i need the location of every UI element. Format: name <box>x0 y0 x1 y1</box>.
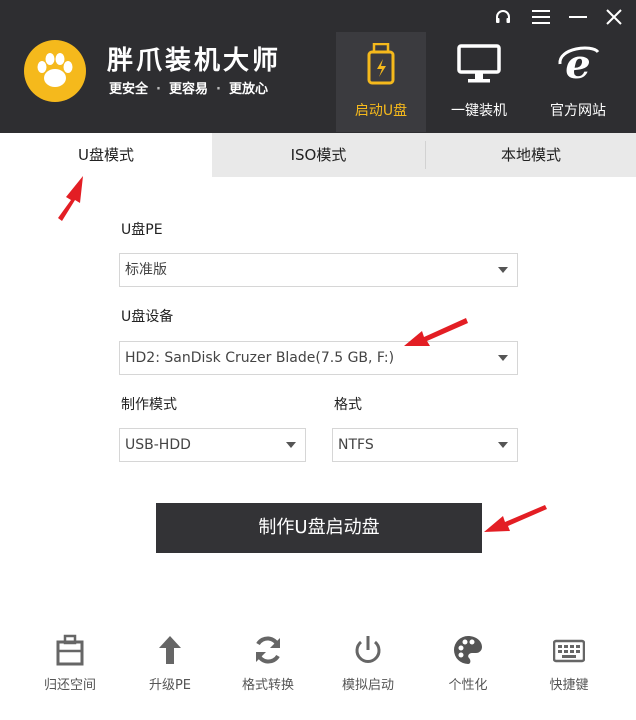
tool-label: 升级PE <box>148 678 192 693</box>
tool-label: 模拟启动 <box>341 678 394 693</box>
format-label: 格式 <box>334 397 362 413</box>
app-title: 胖爪装机大师 <box>107 46 282 76</box>
tab-iso-mode[interactable]: ISO模式 <box>212 133 425 177</box>
menu-icon[interactable] <box>528 6 554 28</box>
arrow-icon <box>58 176 83 221</box>
chevron-down-icon <box>498 355 508 361</box>
tab-usb-mode[interactable]: U盘模式 <box>0 133 212 177</box>
tool-personalize[interactable]: 个性化 <box>423 632 513 702</box>
minimize-icon[interactable] <box>565 6 591 28</box>
tool-restore-space[interactable]: 归还空间 <box>25 632 115 702</box>
pe-label: U盘PE <box>121 222 163 238</box>
upgrade-arrow-icon <box>125 632 215 668</box>
paw-logo-icon <box>24 40 86 102</box>
mode-select[interactable]: USB-HDD <box>119 428 306 462</box>
make-usb-boot-button[interactable]: 制作U盘启动盘 <box>156 503 482 553</box>
tool-upgrade-pe[interactable]: 升级PE <box>125 632 215 702</box>
arrow-icon <box>484 505 547 532</box>
nav-label: 官方网站 <box>550 103 606 119</box>
device-select[interactable]: HD2: SanDisk Cruzer Blade(7.5 GB, F:) <box>119 341 518 375</box>
keyboard-icon <box>524 632 614 668</box>
format-select[interactable]: NTFS <box>332 428 518 462</box>
power-icon <box>323 632 413 668</box>
format-value: NTFS <box>338 437 374 453</box>
mode-label: 制作模式 <box>121 397 177 413</box>
tool-hotkeys[interactable]: 快捷键 <box>524 632 614 702</box>
tab-local-mode[interactable]: 本地模式 <box>426 133 636 177</box>
tool-label: 个性化 <box>448 678 488 693</box>
nav-label: 启动U盘 <box>354 103 408 119</box>
app-slogan: 更安全 · 更容易 · 更放心 <box>109 82 268 97</box>
headset-icon[interactable] <box>490 6 516 28</box>
mode-tabs: U盘模式 ISO模式 本地模式 <box>0 133 636 177</box>
close-icon[interactable] <box>601 6 627 28</box>
chevron-down-icon <box>286 442 296 448</box>
slogan-item: 更容易 <box>168 82 208 97</box>
nav-one-click-install[interactable]: 一键装机 <box>434 32 524 132</box>
chevron-down-icon <box>498 267 508 273</box>
tool-simulate-boot[interactable]: 模拟启动 <box>323 632 413 702</box>
slogan-item: 更放心 <box>228 82 268 97</box>
palette-icon <box>423 632 513 668</box>
pe-value: 标准版 <box>125 262 167 278</box>
internet-explorer-icon: e <box>533 42 623 86</box>
pe-select[interactable]: 标准版 <box>119 253 518 287</box>
app-header: 胖爪装机大师 更安全 · 更容易 · 更放心 启动U盘 一键装机 e 官方网站 <box>0 0 636 133</box>
tool-format-convert[interactable]: 格式转换 <box>223 632 313 702</box>
tool-label: 快捷键 <box>549 678 589 693</box>
usb-drive-icon <box>336 42 426 86</box>
mode-value: USB-HDD <box>125 437 191 453</box>
chevron-down-icon <box>498 442 508 448</box>
device-value: HD2: SanDisk Cruzer Blade(7.5 GB, F:) <box>125 350 395 366</box>
tool-label: 格式转换 <box>241 678 294 693</box>
monitor-icon <box>434 42 524 86</box>
device-label: U盘设备 <box>121 309 174 325</box>
nav-official-site[interactable]: e 官方网站 <box>533 32 623 132</box>
nav-label: 一键装机 <box>451 103 507 119</box>
slogan-item: 更安全 <box>109 82 149 97</box>
tool-label: 归还空间 <box>43 678 96 693</box>
convert-arrows-icon <box>223 632 313 668</box>
restore-space-icon <box>25 632 115 668</box>
nav-usb-boot[interactable]: 启动U盘 <box>336 32 426 132</box>
